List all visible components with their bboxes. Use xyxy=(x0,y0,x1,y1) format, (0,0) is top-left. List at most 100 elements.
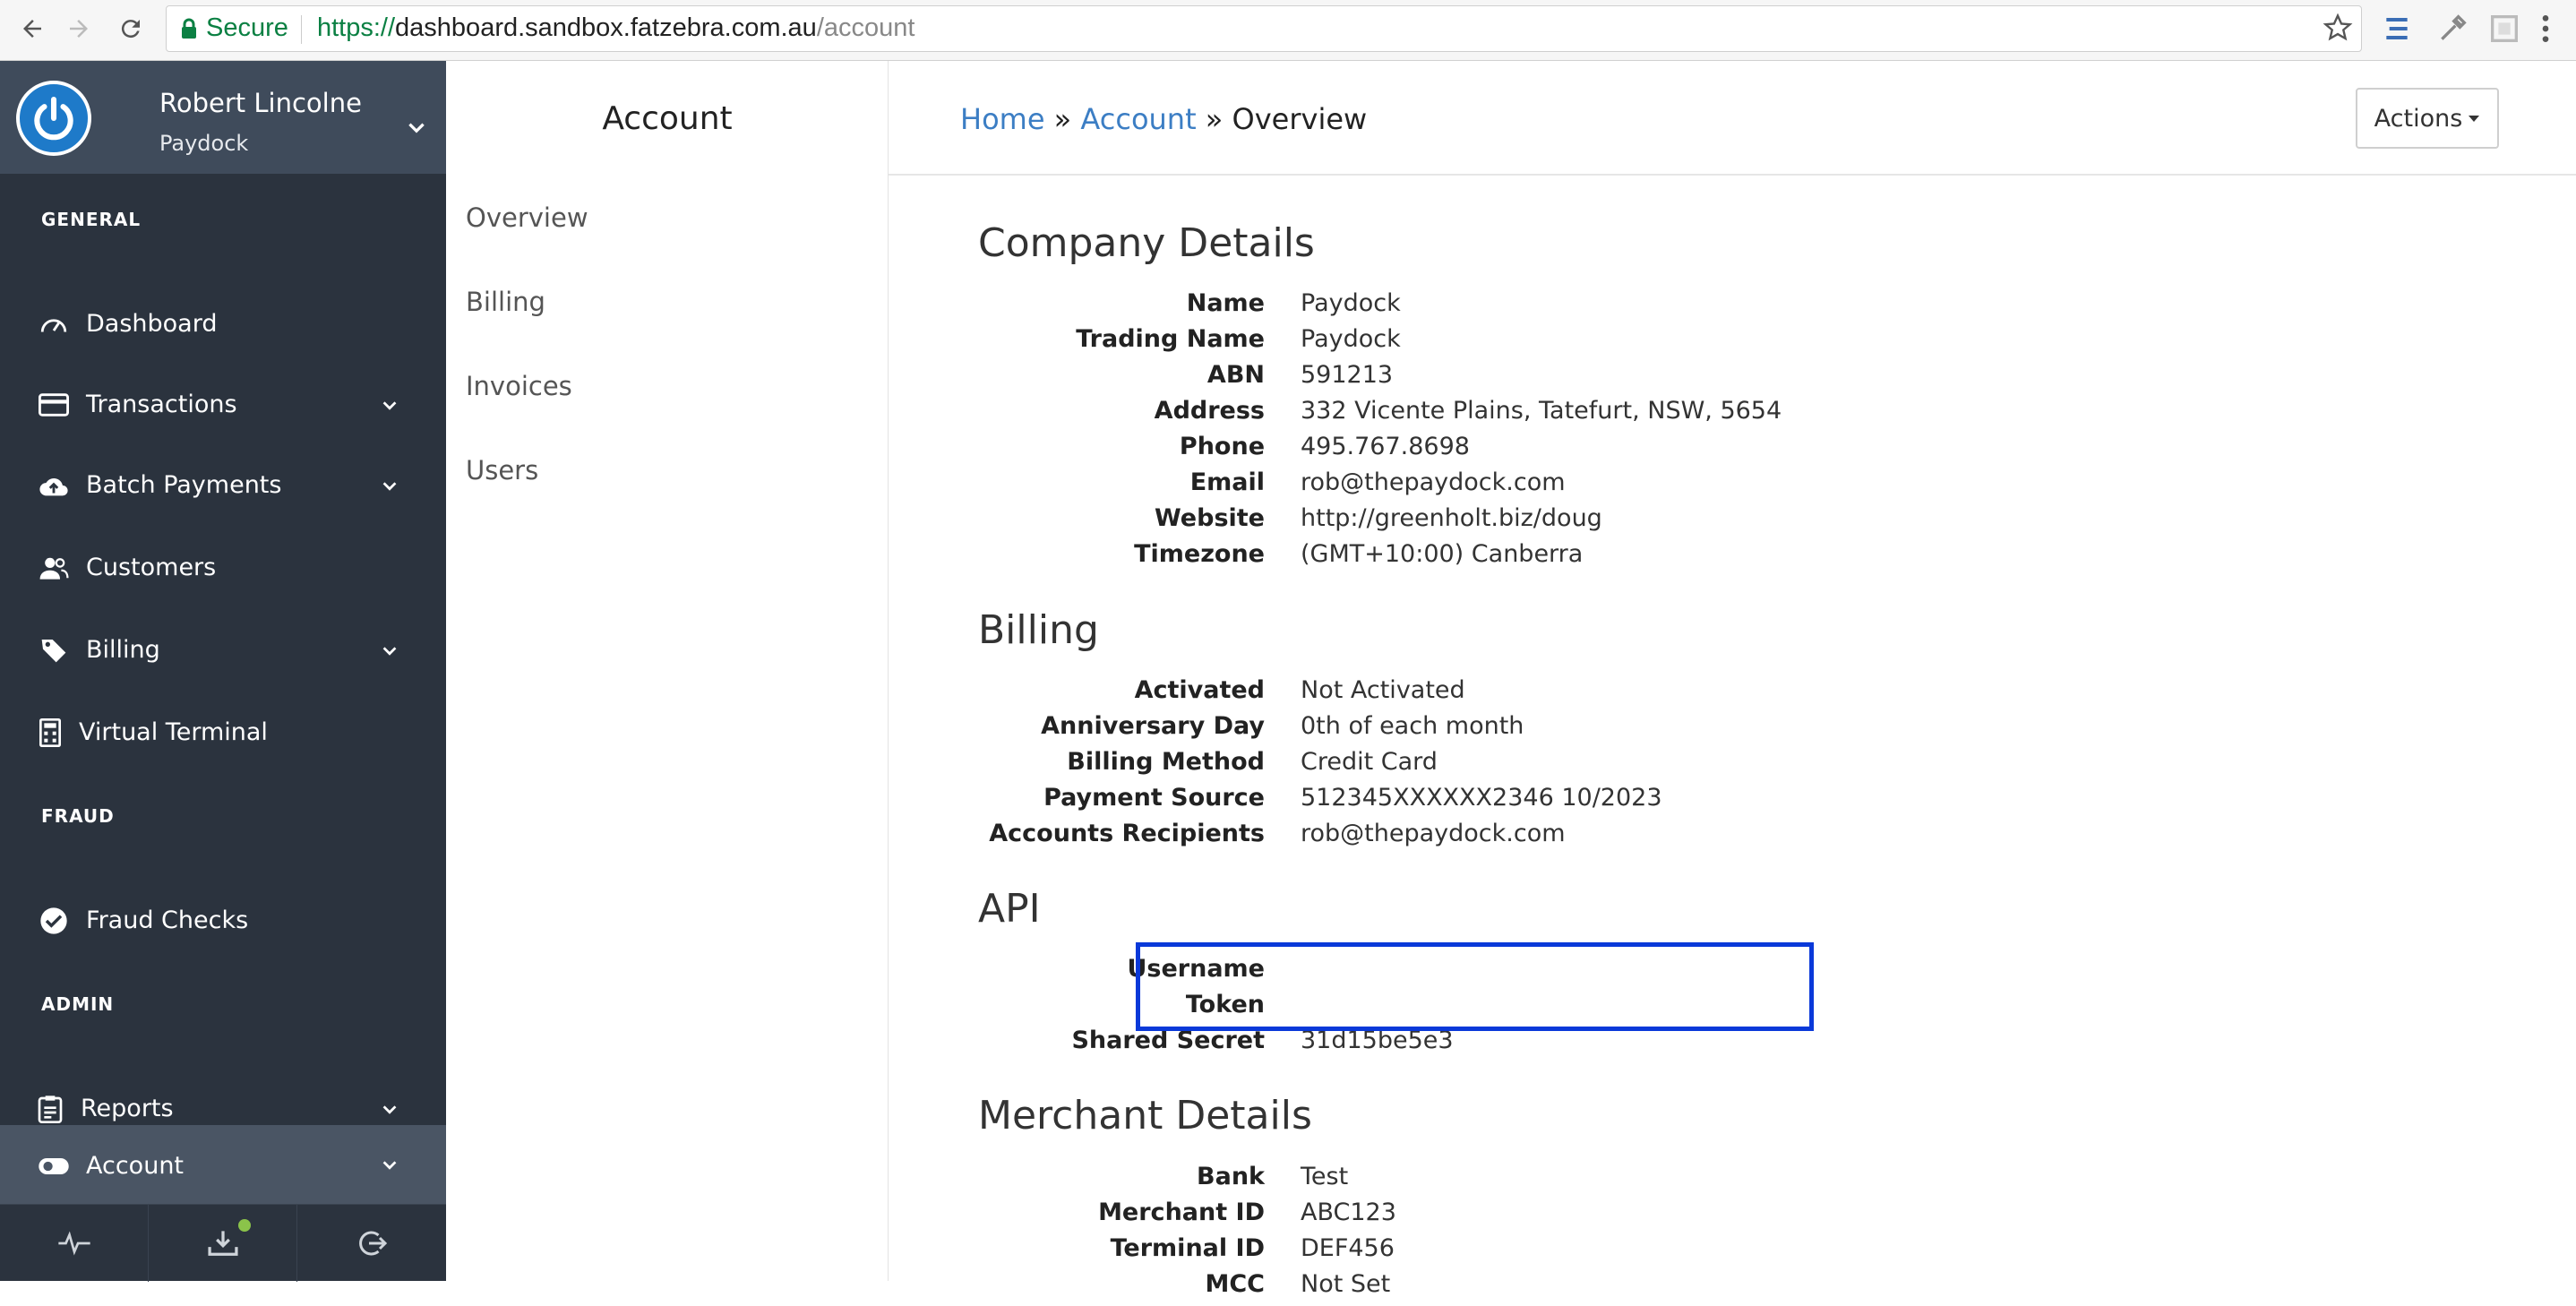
download-icon[interactable] xyxy=(149,1205,297,1282)
sidebar-item-fraud-checks[interactable]: Fraud Checks xyxy=(0,894,446,948)
sidebar-item-label: Dashboard xyxy=(86,310,218,338)
power-logo-icon xyxy=(16,81,91,156)
breadcrumb-home[interactable]: Home xyxy=(960,102,1045,136)
section-admin: ADMIN xyxy=(41,993,115,1015)
status-dot xyxy=(238,1219,251,1232)
eyedropper-icon[interactable] xyxy=(2434,11,2470,47)
subnav-link-billing[interactable]: Billing xyxy=(466,287,545,317)
field-value: 332 Vicente Plains, Tatefurt, NSW, 5654 xyxy=(1301,397,1782,425)
field-value: Test xyxy=(1301,1163,1349,1190)
field-value: 591213 xyxy=(1301,361,1394,389)
sidebar-item-label: Fraud Checks xyxy=(86,906,249,934)
sidebar: Robert Lincolne Paydock GENERAL Dashboar… xyxy=(0,61,446,1282)
extension-menu-icon[interactable] xyxy=(2379,11,2415,47)
actions-label: Actions xyxy=(2374,104,2463,133)
sidebar-item-label: Batch Payments xyxy=(86,471,282,499)
field-label: Payment Source xyxy=(1043,784,1265,812)
field-label: Accounts Recipients xyxy=(989,820,1265,847)
chevron-down-icon[interactable] xyxy=(405,116,428,143)
field-label: Trading Name xyxy=(1076,325,1265,353)
address-bar[interactable]: Secure https://dashboard.sandbox.fatzebr… xyxy=(166,5,2362,52)
sidebar-footer xyxy=(0,1204,446,1282)
tag-icon xyxy=(38,636,70,665)
chevron-down-icon xyxy=(380,640,399,667)
extension-grid-icon[interactable] xyxy=(2486,11,2522,47)
sidebar-item-customers[interactable]: Customers xyxy=(0,541,446,595)
field-value: 0th of each month xyxy=(1301,712,1524,740)
sidebar-item-virtual-terminal[interactable]: Virtual Terminal xyxy=(0,706,446,760)
lock-icon xyxy=(182,18,196,39)
field-value: Paydock xyxy=(1301,325,1401,353)
chevron-down-icon xyxy=(380,475,399,503)
field-label: MCC xyxy=(1205,1270,1266,1298)
subnav-title: Account xyxy=(602,100,733,137)
caret-down-icon xyxy=(2469,116,2480,122)
forward-icon[interactable] xyxy=(59,9,99,48)
breadcrumb-account[interactable]: Account xyxy=(1080,102,1196,136)
url-protocol: https:// xyxy=(317,13,396,42)
page-header: Home » Account » Overview Actions xyxy=(889,61,2576,176)
sidebar-item-transactions[interactable]: Transactions xyxy=(0,378,446,432)
highlight-box xyxy=(1136,942,1814,1031)
api-field-row: Shared Secret 31d15be5e3 xyxy=(978,1027,2053,1062)
gauge-icon xyxy=(38,310,70,339)
actions-button[interactable]: Actions xyxy=(2356,88,2499,149)
sidebar-item-label: Customers xyxy=(86,554,217,581)
user-panel[interactable]: Robert Lincolne Paydock xyxy=(0,61,446,174)
company-field-row: Name Paydock xyxy=(978,289,2053,325)
billing-field-row: Billing Method Credit Card xyxy=(978,748,2053,784)
merchant-field-row: MCC Not Set xyxy=(978,1270,2053,1306)
billing-field-row: Anniversary Day 0th of each month xyxy=(978,712,2053,748)
company-field-row: Timezone (GMT+10:00) Canberra xyxy=(978,540,2053,576)
field-value: http://greenholt.biz/doug xyxy=(1301,504,1602,532)
back-icon[interactable] xyxy=(13,9,52,48)
field-label: Bank xyxy=(1197,1163,1265,1190)
field-label: Billing Method xyxy=(1067,748,1265,776)
sidebar-item-billing[interactable]: Billing xyxy=(0,623,446,677)
url-text[interactable]: https://dashboard.sandbox.fatzebra.com.a… xyxy=(317,13,914,43)
logout-icon[interactable] xyxy=(297,1205,446,1282)
field-label: Website xyxy=(1154,504,1265,532)
company-field-row: Email rob@thepaydock.com xyxy=(978,468,2053,504)
chevron-down-icon xyxy=(380,1154,399,1181)
user-name: Robert Lincolne xyxy=(159,88,362,118)
company-field-row: ABN 591213 xyxy=(978,361,2053,397)
reload-icon[interactable] xyxy=(111,9,150,48)
browser-toolbar: Secure https://dashboard.sandbox.fatzebr… xyxy=(0,0,2576,61)
field-label: Phone xyxy=(1179,433,1265,460)
chevron-down-icon xyxy=(380,394,399,422)
sidebar-item-dashboard[interactable]: Dashboard xyxy=(0,297,446,351)
field-value: 512345XXXXXX2346 10/2023 xyxy=(1301,784,1662,812)
subnav-link-overview[interactable]: Overview xyxy=(466,202,588,233)
section-general: GENERAL xyxy=(41,209,142,230)
secure-label: Secure xyxy=(206,13,288,42)
field-label: Address xyxy=(1154,397,1265,425)
field-value: Not Set xyxy=(1301,1270,1391,1298)
sidebar-item-label: Virtual Terminal xyxy=(79,718,268,746)
field-label: Anniversary Day xyxy=(1041,712,1265,740)
merchant-field-row: Bank Test xyxy=(978,1163,2053,1199)
company-field-row: Website http://greenholt.biz/doug xyxy=(978,504,2053,540)
field-value: DEF456 xyxy=(1301,1234,1395,1262)
activity-icon[interactable] xyxy=(0,1205,149,1282)
cloud-upload-icon xyxy=(38,471,70,500)
subnav-link-users[interactable]: Users xyxy=(466,455,538,485)
users-icon xyxy=(38,554,70,582)
sidebar-item-batch-payments[interactable]: Batch Payments xyxy=(0,459,446,512)
subnav-link-invoices[interactable]: Invoices xyxy=(466,371,572,401)
bookmark-star-icon[interactable] xyxy=(2322,12,2354,44)
field-value: rob@thepaydock.com xyxy=(1301,468,1566,496)
field-label: Activated xyxy=(1134,676,1265,704)
merchant-field-row: Merchant ID ABC123 xyxy=(978,1199,2053,1234)
browser-menu-icon[interactable] xyxy=(2537,11,2572,47)
billing-field-row: Payment Source 512345XXXXXX2346 10/2023 xyxy=(978,784,2053,820)
field-label: ABN xyxy=(1206,361,1265,389)
account-subnav: Account Overview Billing Invoices Users xyxy=(446,61,889,1281)
user-company: Paydock xyxy=(159,131,249,156)
company-field-row: Address 332 Vicente Plains, Tatefurt, NSW… xyxy=(978,397,2053,433)
url-host: dashboard.sandbox.fatzebra.com.au xyxy=(395,13,817,42)
sidebar-item-account[interactable]: Account xyxy=(0,1125,446,1207)
field-label: Name xyxy=(1186,289,1265,317)
secure-indicator[interactable]: Secure xyxy=(181,13,288,43)
sidebar-item-label: Billing xyxy=(86,636,160,664)
